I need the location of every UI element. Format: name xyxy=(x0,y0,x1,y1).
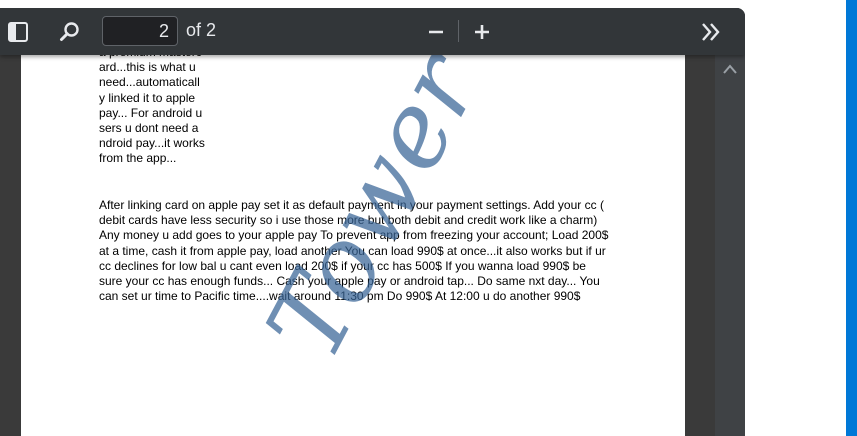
background-panel xyxy=(745,0,857,436)
toolbar-divider xyxy=(458,20,459,42)
more-actions-button[interactable] xyxy=(695,16,727,48)
search-button[interactable] xyxy=(54,16,86,48)
double-chevron-right-icon xyxy=(702,23,720,41)
document-text-narrow: a premium mastercard...this is what u ne… xyxy=(99,45,205,166)
zoom-out-button[interactable] xyxy=(420,16,452,48)
search-icon xyxy=(60,22,79,41)
pdf-page: a premium mastercard...this is what u ne… xyxy=(21,34,685,436)
zoom-in-button[interactable] xyxy=(466,16,498,48)
page-gutter-left xyxy=(0,55,21,436)
sidebar-toggle-button[interactable] xyxy=(2,16,34,48)
page-gutter-right xyxy=(685,55,715,436)
plus-icon xyxy=(475,25,489,39)
vertical-scrollbar[interactable] xyxy=(715,55,745,436)
document-area[interactable]: a premium mastercard...this is what u ne… xyxy=(0,34,745,436)
pdf-toolbar: 2 of 2 xyxy=(0,8,745,55)
chevron-up-icon xyxy=(723,64,737,74)
sidebar-toggle-icon xyxy=(8,22,28,42)
page-number-input[interactable]: 2 xyxy=(102,16,178,46)
pdf-viewer: 2 of 2 a premium mastercard...this is wh… xyxy=(0,8,745,436)
scroll-up-button[interactable] xyxy=(715,57,745,81)
document-text-body: After linking card on apple pay set it a… xyxy=(99,198,609,304)
minus-icon xyxy=(429,30,443,34)
page-count-label: of 2 xyxy=(186,20,217,40)
window-edge-accent xyxy=(846,0,857,436)
